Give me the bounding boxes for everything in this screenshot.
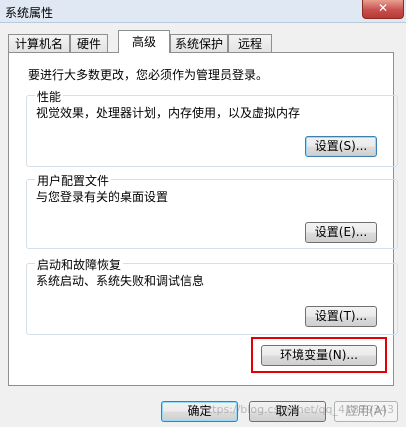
startup-recovery-title: 启动和故障恢复 — [35, 256, 124, 273]
performance-settings-button[interactable]: 设置(S)... — [305, 136, 377, 157]
performance-title: 性能 — [35, 88, 64, 105]
close-icon: ✕ — [377, 1, 389, 15]
close-button[interactable]: ✕ — [362, 0, 404, 19]
startup-recovery-group: 启动和故障恢复 系统启动、系统失败和调试信息 设置(T)... — [26, 256, 398, 335]
user-profiles-description: 与您登录有关的桌面设置 — [36, 190, 169, 204]
user-profiles-group: 用户配置文件 与您登录有关的桌面设置 设置(E)... — [26, 172, 398, 249]
highlight-box — [251, 337, 387, 373]
performance-group: 性能 视觉效果，处理器计划，内存使用，以及虚拟内存 设置(S)... — [26, 88, 398, 167]
window-title: 系统属性 — [5, 6, 54, 20]
tab-computer-name[interactable]: 计算机名 — [8, 34, 70, 52]
user-profiles-settings-button[interactable]: 设置(E)... — [305, 222, 377, 243]
tab-hardware[interactable]: 硬件 — [70, 34, 108, 52]
admin-notice: 要进行大多数更改，您必须作为管理员登录。 — [28, 68, 269, 82]
tab-panel-advanced: 要进行大多数更改，您必须作为管理员登录。 性能 视觉效果，处理器计划，内存使用，… — [8, 52, 398, 386]
watermark: https://blog.csdn.net/qq_41879343 — [200, 403, 394, 416]
performance-description: 视觉效果，处理器计划，内存使用，以及虚拟内存 — [36, 106, 301, 120]
user-profiles-title: 用户配置文件 — [35, 172, 112, 189]
tab-system-protection[interactable]: 系统保护 — [170, 34, 228, 52]
tab-advanced[interactable]: 高级 — [118, 30, 170, 53]
startup-recovery-description: 系统启动、系统失败和调试信息 — [36, 274, 205, 288]
tab-remote[interactable]: 远程 — [228, 34, 272, 52]
startup-recovery-settings-button[interactable]: 设置(T)... — [305, 306, 377, 327]
title-bar — [0, 0, 406, 23]
